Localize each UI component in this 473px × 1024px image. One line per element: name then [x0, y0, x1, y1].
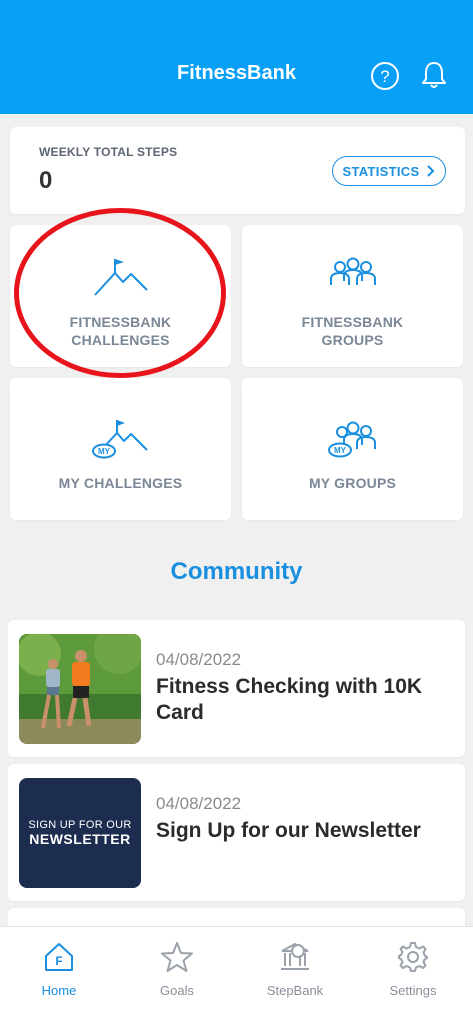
help-icon[interactable]: ?: [370, 61, 400, 91]
nav-label: Home: [41, 983, 77, 998]
stepbank-icon: [281, 942, 309, 970]
app-header: FitnessBank ?: [0, 0, 473, 114]
weekly-steps-label: WEEKLY TOTAL STEPS: [39, 145, 178, 159]
newsletter-thumbnail: SIGN UP FOR OUR NEWSLETTER: [19, 778, 141, 888]
chevron-right-icon: [427, 165, 435, 177]
my-mountain-flag-icon: MY: [91, 420, 148, 459]
my-group-icon: MY: [327, 421, 376, 458]
svg-text:F: F: [55, 954, 62, 968]
nav-settings[interactable]: Settings: [354, 941, 472, 998]
app-title: FitnessBank: [177, 62, 296, 84]
community-heading: Community: [170, 558, 303, 585]
nav-goals[interactable]: Goals: [118, 941, 236, 998]
runners-photo: [19, 634, 141, 744]
bottom-nav: F Home Goals StepBank Settings: [0, 926, 473, 1024]
statistics-button[interactable]: STATISTICS: [332, 156, 446, 186]
news-title: Sign Up for our Newsletter: [156, 819, 421, 842]
bell-icon[interactable]: [420, 60, 448, 90]
gear-icon: [398, 942, 428, 972]
news-date: 04/08/2022: [156, 650, 242, 669]
nav-label: Goals: [160, 983, 194, 998]
nav-stepbank[interactable]: StepBank: [236, 941, 354, 998]
highlight-circle: [14, 208, 226, 378]
star-icon: [161, 942, 193, 972]
group-icon: [329, 257, 376, 285]
my-badge-text: MY: [334, 446, 347, 455]
statistics-button-label: STATISTICS: [342, 163, 420, 179]
news-item[interactable]: 04/08/2022 Fitness Checking with 10K Car…: [8, 620, 465, 757]
nav-home[interactable]: F Home: [0, 941, 118, 998]
tile-label-line1: MY CHALLENGES: [58, 475, 183, 491]
svg-text:?: ?: [380, 67, 389, 86]
tile-label-line2: GROUPS: [321, 332, 384, 348]
home-icon: F: [45, 943, 73, 971]
newsletter-thumb-line1: SIGN UP FOR OUR: [28, 819, 132, 831]
tile-label-line1: MY GROUPS: [308, 475, 397, 491]
nav-label: Settings: [389, 983, 437, 998]
my-challenges-tile[interactable]: MY MY CHALLENGES: [10, 378, 231, 520]
weekly-steps-value: 0: [39, 167, 53, 194]
weekly-steps-card: WEEKLY TOTAL STEPS 0 STATISTICS: [10, 127, 465, 214]
tile-label-line1: FITNESSBANK: [301, 314, 404, 330]
nav-label: StepBank: [266, 983, 324, 998]
my-groups-tile[interactable]: MY MY GROUPS: [242, 378, 463, 520]
news-title: Fitness Checking with 10K Card: [156, 675, 423, 724]
my-badge-text: MY: [98, 447, 111, 456]
fitnessbank-groups-tile[interactable]: FITNESSBANK GROUPS: [242, 225, 463, 367]
newsletter-thumb-line2: NEWSLETTER: [29, 831, 131, 847]
news-item[interactable]: SIGN UP FOR OUR NEWSLETTER 04/08/2022 Si…: [8, 764, 465, 901]
news-date: 04/08/2022: [156, 794, 242, 813]
